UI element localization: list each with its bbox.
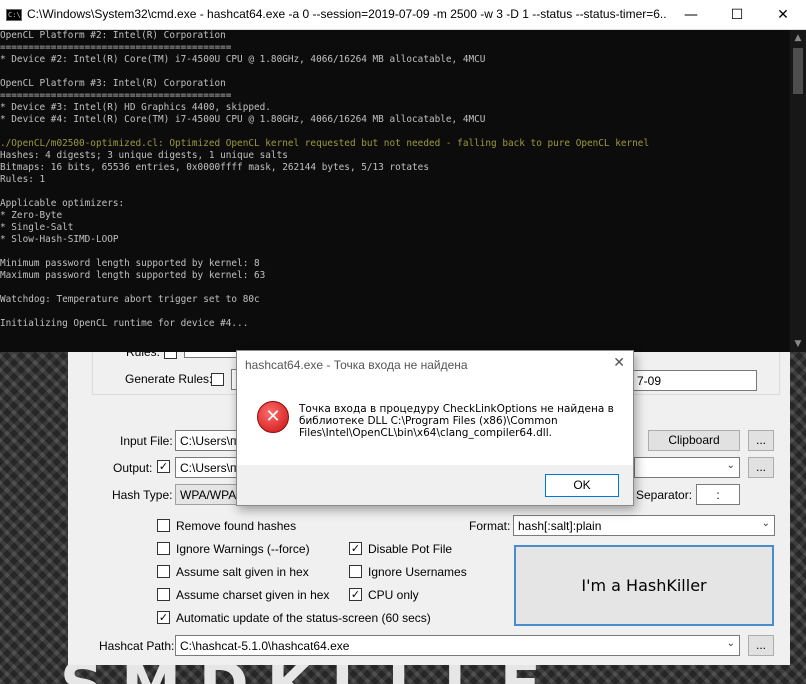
- remove-found-checkbox[interactable]: [157, 519, 170, 532]
- output-field[interactable]: C:\Users\пл: [175, 457, 237, 478]
- close-button[interactable]: ✕: [760, 0, 806, 30]
- output-checkbox[interactable]: [157, 460, 170, 473]
- disable-pot-label: Disable Pot File: [368, 542, 453, 556]
- format-label: Format:: [469, 519, 511, 533]
- separator-field[interactable]: :: [696, 484, 740, 505]
- session-field[interactable]: 7-09: [632, 370, 757, 391]
- console-line: Maximum password length supported by ker…: [0, 270, 266, 281]
- cmd-window: C:\ C:\Windows\System32\cmd.exe - hashca…: [0, 0, 806, 352]
- ignore-warnings-label: Ignore Warnings (--force): [176, 542, 310, 556]
- console-line: Initializing OpenCL runtime for device #…: [0, 318, 249, 329]
- format-value: hash[:salt]:plain: [518, 519, 602, 533]
- ignore-warnings-checkbox[interactable]: [157, 542, 170, 555]
- console-line: Bitmaps: 16 bits, 65536 entries, 0x0000f…: [0, 162, 429, 173]
- window-title: C:\Windows\System32\cmd.exe - hashcat64.…: [27, 7, 667, 21]
- output-browse-button[interactable]: ...: [748, 457, 774, 478]
- error-dialog: hashcat64.exe - Точка входа не найдена ✕…: [236, 350, 634, 506]
- console-line: * Device #4: Intel(R) Core(TM) i7-4500U …: [0, 114, 486, 125]
- chevron-down-icon: ⌄: [761, 518, 770, 529]
- input-file-field[interactable]: C:\Users\пл: [175, 430, 237, 451]
- chevron-down-icon: ⌄: [726, 638, 735, 649]
- console-line: OpenCL Platform #3: Intel(R) Corporation: [0, 78, 226, 89]
- cpu-only-checkbox[interactable]: [349, 588, 362, 601]
- console-line: * Single-Salt: [0, 222, 74, 233]
- hashcat-path-label: Hashcat Path:: [99, 639, 175, 653]
- chevron-down-icon: ⌄: [726, 460, 735, 471]
- console-line: * Slow-Hash-SIMD-LOOP: [0, 234, 119, 245]
- console-line: OpenCL Platform #2: Intel(R) Corporation: [0, 30, 226, 41]
- input-file-label: Input File:: [120, 434, 173, 448]
- hashcat-path-dropdown[interactable]: C:\hashcat-5.1.0\hashcat64.exe ⌄: [175, 635, 740, 656]
- cmd-titlebar[interactable]: C:\ C:\Windows\System32\cmd.exe - hashca…: [0, 0, 806, 30]
- console-line: Rules: 1: [0, 174, 46, 185]
- maximize-button[interactable]: ☐: [714, 0, 760, 30]
- ok-button[interactable]: OK: [545, 474, 619, 497]
- auto-update-checkbox[interactable]: [157, 611, 170, 624]
- disable-pot-checkbox[interactable]: [349, 542, 362, 555]
- console-line: Watchdog: Temperature abort trigger set …: [0, 294, 260, 305]
- minimize-button[interactable]: —: [668, 0, 714, 30]
- output-dropdown[interactable]: ⌄: [634, 457, 740, 478]
- console-line: ========================================…: [0, 42, 232, 53]
- ignore-usernames-checkbox[interactable]: [349, 565, 362, 578]
- dialog-message: Точка входа в процедуру CheckLinkOptions…: [299, 403, 614, 439]
- format-dropdown[interactable]: hash[:salt]:plain ⌄: [513, 515, 775, 536]
- auto-update-label: Automatic update of the status-screen (6…: [176, 611, 431, 625]
- console-line: * Zero-Byte: [0, 210, 63, 221]
- clipboard-button[interactable]: Clipboard: [648, 430, 740, 451]
- remove-found-label: Remove found hashes: [176, 519, 297, 533]
- console-line: ./OpenCL/m02500-optimized.cl: Optimized …: [0, 138, 650, 149]
- dialog-close-icon[interactable]: ✕: [613, 355, 625, 371]
- error-icon: ✕: [257, 401, 289, 433]
- console-line: ========================================…: [0, 90, 232, 101]
- hashkiller-button[interactable]: I'm a HashKiller: [514, 545, 774, 626]
- charset-hex-label: Assume charset given in hex: [176, 588, 330, 602]
- salt-hex-checkbox[interactable]: [157, 565, 170, 578]
- hashcat-path-browse-button[interactable]: ...: [748, 635, 774, 656]
- console-line: Minimum password length supported by ker…: [0, 258, 260, 269]
- console-output[interactable]: OpenCL Platform #2: Intel(R) Corporation…: [0, 30, 790, 352]
- hash-type-dropdown[interactable]: WPA/WPA: [175, 484, 237, 505]
- cpu-only-label: CPU only: [368, 588, 419, 602]
- ignore-usernames-label: Ignore Usernames: [368, 565, 467, 579]
- console-line: Applicable optimizers:: [0, 198, 125, 209]
- input-browse-button[interactable]: ...: [748, 430, 774, 451]
- hash-type-label: Hash Type:: [112, 488, 173, 502]
- generate-rules-label: Generate Rules:: [125, 372, 213, 386]
- console-line: * Device #2: Intel(R) Core(TM) i7-4500U …: [0, 54, 486, 65]
- console-line: Hashes: 4 digests; 3 unique digests, 1 u…: [0, 150, 288, 161]
- scrollbar-thumb[interactable]: [793, 48, 803, 94]
- salt-hex-label: Assume salt given in hex: [176, 565, 309, 579]
- scroll-down-icon[interactable]: ▼: [790, 336, 806, 352]
- console-line: * Device #3: Intel(R) HD Graphics 4400, …: [0, 102, 271, 113]
- charset-hex-checkbox[interactable]: [157, 588, 170, 601]
- hashcat-path-value: C:\hashcat-5.1.0\hashcat64.exe: [180, 639, 350, 653]
- cmd-icon: C:\: [6, 9, 22, 21]
- generate-rules-checkbox[interactable]: [211, 373, 224, 386]
- separator-label: Separator:: [636, 488, 693, 502]
- dialog-title: hashcat64.exe - Точка входа не найдена: [245, 358, 468, 372]
- output-label: Output:: [113, 461, 153, 475]
- console-scrollbar[interactable]: ▲ ▼: [790, 30, 806, 352]
- scroll-up-icon[interactable]: ▲: [790, 30, 806, 46]
- dialog-footer: OK: [237, 465, 633, 505]
